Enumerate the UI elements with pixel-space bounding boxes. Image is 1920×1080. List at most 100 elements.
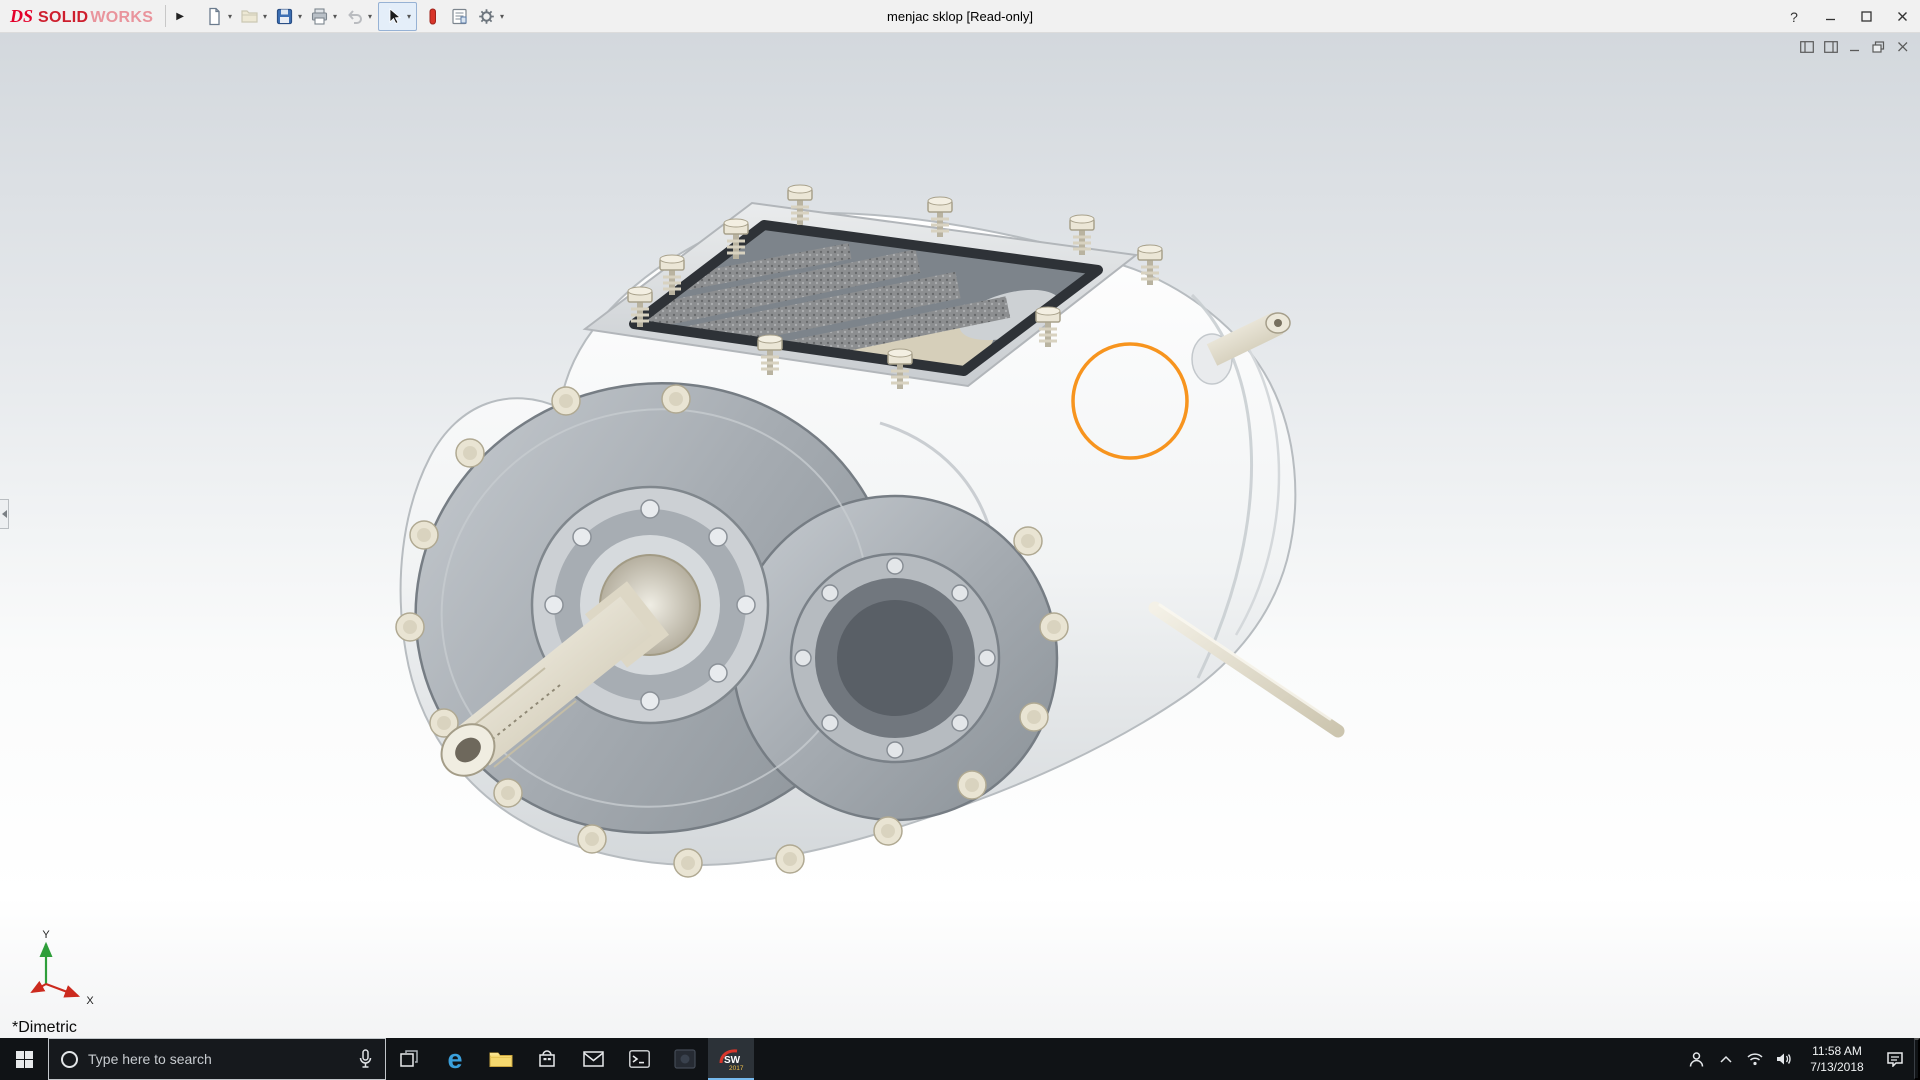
file-explorer-icon xyxy=(489,1052,513,1067)
select-dropdown-caret[interactable]: ▾ xyxy=(407,12,415,21)
options-dropdown-caret[interactable]: ▾ xyxy=(500,12,508,21)
gear-icon xyxy=(479,8,494,24)
undo-icon xyxy=(348,9,362,24)
report-icon xyxy=(452,8,467,24)
document-window-controls xyxy=(1797,38,1912,55)
pane-left-button[interactable] xyxy=(1797,38,1816,55)
action-center-icon xyxy=(1887,1052,1903,1067)
hidden-icons-button[interactable] xyxy=(1711,1038,1740,1080)
pane-left-icon xyxy=(1799,40,1814,53)
command-prompt-icon xyxy=(628,1050,650,1068)
window-controls: ? xyxy=(1776,0,1920,33)
search-input[interactable] xyxy=(88,1051,348,1067)
new-document-button[interactable] xyxy=(201,3,228,30)
chevron-up-icon xyxy=(1719,1055,1732,1063)
doc-close-icon xyxy=(1897,41,1907,51)
panel-collapse-tab[interactable] xyxy=(0,499,9,529)
open-button[interactable] xyxy=(236,3,263,30)
maximize-button[interactable] xyxy=(1848,0,1884,33)
screen: DS SOLID WORKS ▶ ▾ ▾ ▾ ▾ ▾ ▾ ▾ menjac sk… xyxy=(0,0,1920,1080)
open-dropdown-caret[interactable]: ▾ xyxy=(263,12,271,21)
appearance-button[interactable] xyxy=(419,3,446,30)
people-button[interactable] xyxy=(1682,1038,1711,1080)
select-cursor-icon xyxy=(389,7,402,24)
windows-taskbar: e SW 2017 xyxy=(0,1038,1920,1080)
close-icon xyxy=(1897,12,1907,21)
close-button[interactable] xyxy=(1884,0,1920,33)
open-icon xyxy=(241,9,258,23)
solidworks-icon: SW 2017 xyxy=(719,1049,744,1071)
microphone-icon[interactable] xyxy=(358,1049,373,1069)
brand-works-text: WORKS xyxy=(90,8,154,26)
maximize-icon xyxy=(1860,11,1872,22)
gearbox-model[interactable] xyxy=(0,33,1920,1038)
show-desktop-strip[interactable] xyxy=(1914,1038,1920,1080)
print-icon xyxy=(311,7,328,25)
system-tray: 11:58 AM 7/13/2018 xyxy=(1682,1038,1920,1080)
select-tool-button[interactable] xyxy=(380,3,407,30)
edge-button[interactable]: e xyxy=(432,1038,478,1080)
cortana-circle-icon xyxy=(61,1050,78,1068)
action-center-button[interactable] xyxy=(1876,1038,1914,1080)
clock-time: 11:58 AM xyxy=(1812,1043,1862,1058)
print-dropdown-caret[interactable]: ▾ xyxy=(333,12,341,21)
command-prompt-button[interactable] xyxy=(616,1038,662,1080)
doc-close-button[interactable] xyxy=(1893,38,1912,55)
windows-start-icon xyxy=(15,1050,33,1068)
volume-button[interactable] xyxy=(1769,1038,1798,1080)
sw-version-badge: 2017 xyxy=(729,1065,744,1071)
mail-icon xyxy=(582,1051,604,1067)
edge-icon: e xyxy=(447,1043,463,1074)
options-button[interactable] xyxy=(473,3,500,30)
app-titlebar: DS SOLID WORKS ▶ ▾ ▾ ▾ ▾ ▾ ▾ ▾ menjac sk… xyxy=(0,0,1920,33)
task-view-icon xyxy=(400,1050,418,1067)
save-icon xyxy=(276,8,293,24)
doc-restore-button[interactable] xyxy=(1869,38,1888,55)
dark-app-tile-icon xyxy=(674,1049,696,1069)
help-button[interactable]: ? xyxy=(1776,0,1812,33)
doc-minimize-icon xyxy=(1849,49,1859,51)
new-document-icon xyxy=(209,7,220,25)
save-dropdown-caret[interactable]: ▾ xyxy=(298,12,306,21)
print-button[interactable] xyxy=(306,3,333,30)
store-icon xyxy=(539,1050,555,1067)
y-axis-label: Y xyxy=(42,929,50,941)
toolbar-flyout-button[interactable]: ▶ xyxy=(169,11,191,22)
taskbar-search-box[interactable] xyxy=(48,1038,386,1080)
doc-restore-icon xyxy=(1872,40,1885,53)
volume-icon xyxy=(1776,1053,1791,1065)
dark-app-button[interactable] xyxy=(662,1038,708,1080)
x-axis-label: X xyxy=(86,995,94,1007)
chevron-left-icon xyxy=(1,510,7,518)
secondary-bearing-cover[interactable] xyxy=(789,552,1001,764)
dassault-logo-icon: DS xyxy=(10,5,34,26)
appearance-icon xyxy=(429,8,437,24)
task-view-button[interactable] xyxy=(386,1038,432,1080)
doc-minimize-button[interactable] xyxy=(1845,38,1864,55)
store-button[interactable] xyxy=(524,1038,570,1080)
file-explorer-button[interactable] xyxy=(478,1038,524,1080)
new-dropdown-caret[interactable]: ▾ xyxy=(228,12,236,21)
select-tool-group: ▾ xyxy=(378,1,418,31)
report-options-button[interactable] xyxy=(446,3,473,30)
start-button[interactable] xyxy=(0,1038,48,1080)
people-icon xyxy=(1689,1051,1704,1067)
pane-right-button[interactable] xyxy=(1821,38,1840,55)
mail-button[interactable] xyxy=(570,1038,616,1080)
graphics-viewport[interactable]: Y X *Dimetric xyxy=(0,33,1920,1038)
taskbar-clock[interactable]: 11:58 AM 7/13/2018 xyxy=(1798,1038,1876,1080)
view-orientation-label: *Dimetric xyxy=(12,1019,77,1036)
solidworks-taskbar-button[interactable]: SW 2017 xyxy=(708,1038,754,1080)
undo-button[interactable] xyxy=(341,3,368,30)
undo-dropdown-caret[interactable]: ▾ xyxy=(368,12,376,21)
document-title: menjac sklop [Read-only] xyxy=(887,8,1033,24)
minimize-button[interactable] xyxy=(1812,0,1848,33)
z-axis xyxy=(30,980,47,993)
clock-date: 7/13/2018 xyxy=(1810,1060,1864,1074)
quick-access-toolbar: ▾ ▾ ▾ ▾ ▾ ▾ ▾ xyxy=(201,1,508,31)
save-button[interactable] xyxy=(271,3,298,30)
solidworks-logo: DS SOLID WORKS xyxy=(10,6,153,27)
orientation-triad: Y X xyxy=(30,929,94,1007)
network-button[interactable] xyxy=(1740,1038,1769,1080)
wifi-icon xyxy=(1746,1053,1763,1066)
